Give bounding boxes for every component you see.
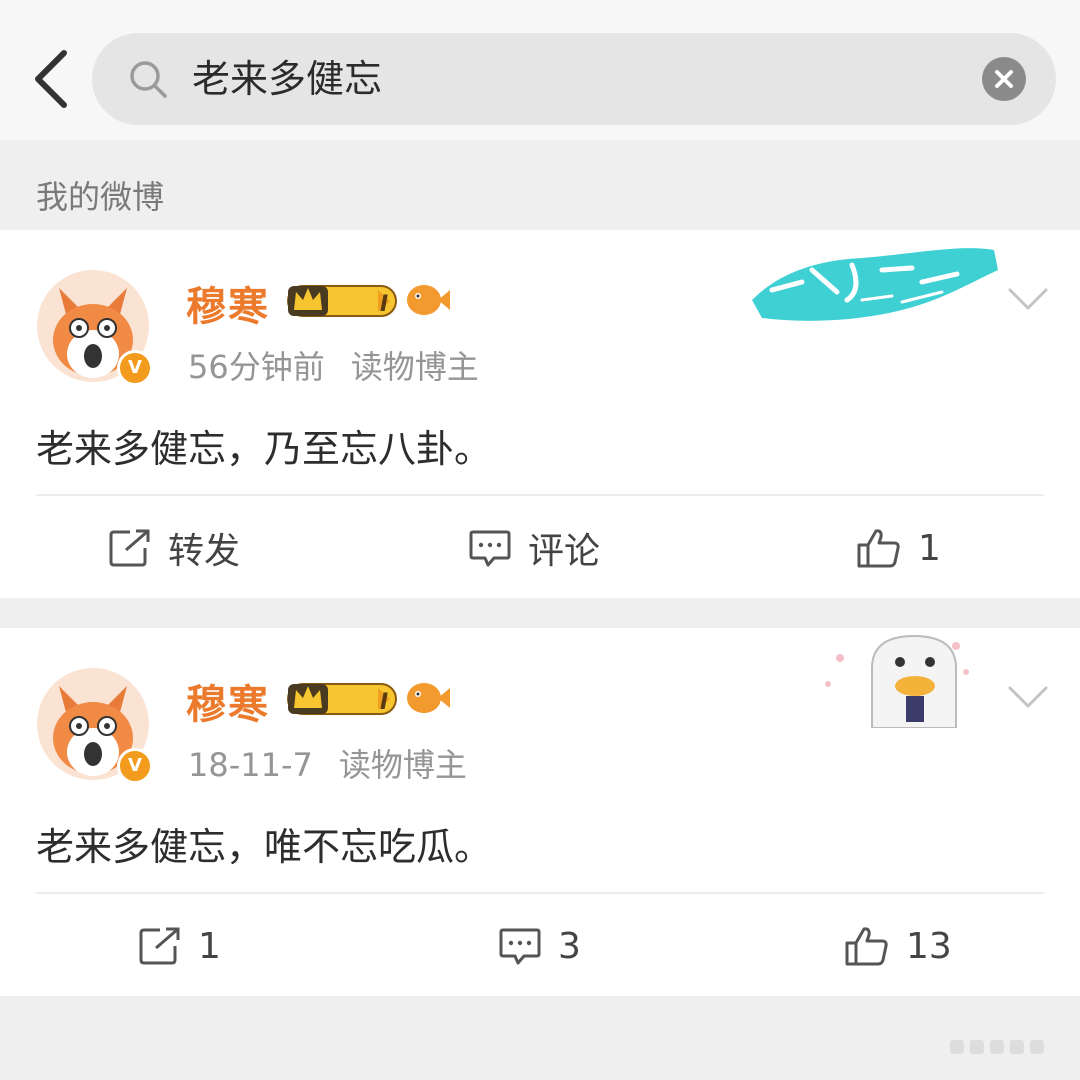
clear-icon (995, 70, 1013, 88)
like-icon (845, 927, 888, 966)
post-card[interactable]: V 穆寒 I 56分钟前 读物博主 老来多健忘，乃至忘八卦。 转发 评论 1 (0, 230, 1080, 598)
like-count: 1 (918, 527, 941, 569)
verified-icon: V (117, 350, 153, 386)
like-button[interactable]: 13 (844, 896, 952, 996)
level-badge: I (380, 690, 389, 715)
duck-decoration (825, 634, 969, 728)
top-bar (0, 0, 1080, 140)
search-icon (130, 61, 167, 98)
verified-icon: V (117, 748, 153, 784)
repost-label: 转发 (168, 531, 241, 572)
level-badge: I (380, 292, 389, 317)
post-source: 读物博主 (350, 348, 479, 386)
fish-badge-icon (407, 683, 450, 713)
post-time: 18-11-7 (188, 746, 313, 784)
post-actions: 转发 评论 1 (0, 498, 1080, 598)
post-time: 56分钟前 (188, 348, 325, 386)
comment-label: 评论 (528, 531, 601, 572)
like-count: 13 (906, 925, 952, 967)
card-decoration (752, 248, 998, 321)
comment-icon (499, 928, 541, 965)
like-icon (857, 529, 900, 568)
post-card[interactable]: V 穆寒 I 18-11-7 读物博主 老来多健忘，唯不忘吃瓜。 1 3 13 (0, 628, 1080, 996)
repost-button[interactable]: 1 (138, 896, 221, 996)
repost-count: 1 (198, 925, 221, 967)
post-text[interactable]: 老来多健忘，乃至忘八卦。 (36, 418, 492, 473)
avatar[interactable]: V (37, 668, 153, 784)
section-label: 我的微博 (36, 178, 165, 216)
like-button[interactable]: 1 (856, 498, 941, 598)
repost-button[interactable]: 转发 (108, 498, 240, 598)
clear-search-button[interactable] (982, 57, 1026, 101)
comment-button[interactable]: 评论 (468, 498, 600, 598)
chevron-down-icon[interactable] (1006, 284, 1050, 314)
username[interactable]: 穆寒 (186, 274, 270, 332)
back-button[interactable] (22, 44, 78, 114)
comment-button[interactable]: 3 (498, 896, 581, 996)
divider (36, 494, 1044, 496)
post-meta: 56分钟前 读物博主 (188, 342, 479, 388)
avatar[interactable]: V (37, 270, 153, 386)
post-source: 读物博主 (338, 746, 467, 784)
search-input[interactable] (192, 33, 952, 125)
username[interactable]: 穆寒 (186, 672, 270, 730)
comment-count: 3 (558, 925, 581, 967)
post-meta: 18-11-7 读物博主 (188, 740, 467, 786)
post-actions: 1 3 13 (0, 896, 1080, 996)
repost-icon (109, 529, 150, 567)
chevron-down-icon[interactable] (1006, 682, 1050, 712)
search-box[interactable] (92, 33, 1056, 125)
repost-icon (139, 927, 180, 965)
watermark-icon (950, 1040, 1044, 1054)
post-text[interactable]: 老来多健忘，唯不忘吃瓜。 (36, 816, 492, 871)
divider (36, 892, 1044, 894)
comment-icon (469, 530, 511, 567)
back-arrow-icon (35, 50, 67, 108)
fish-badge-icon (407, 285, 450, 315)
